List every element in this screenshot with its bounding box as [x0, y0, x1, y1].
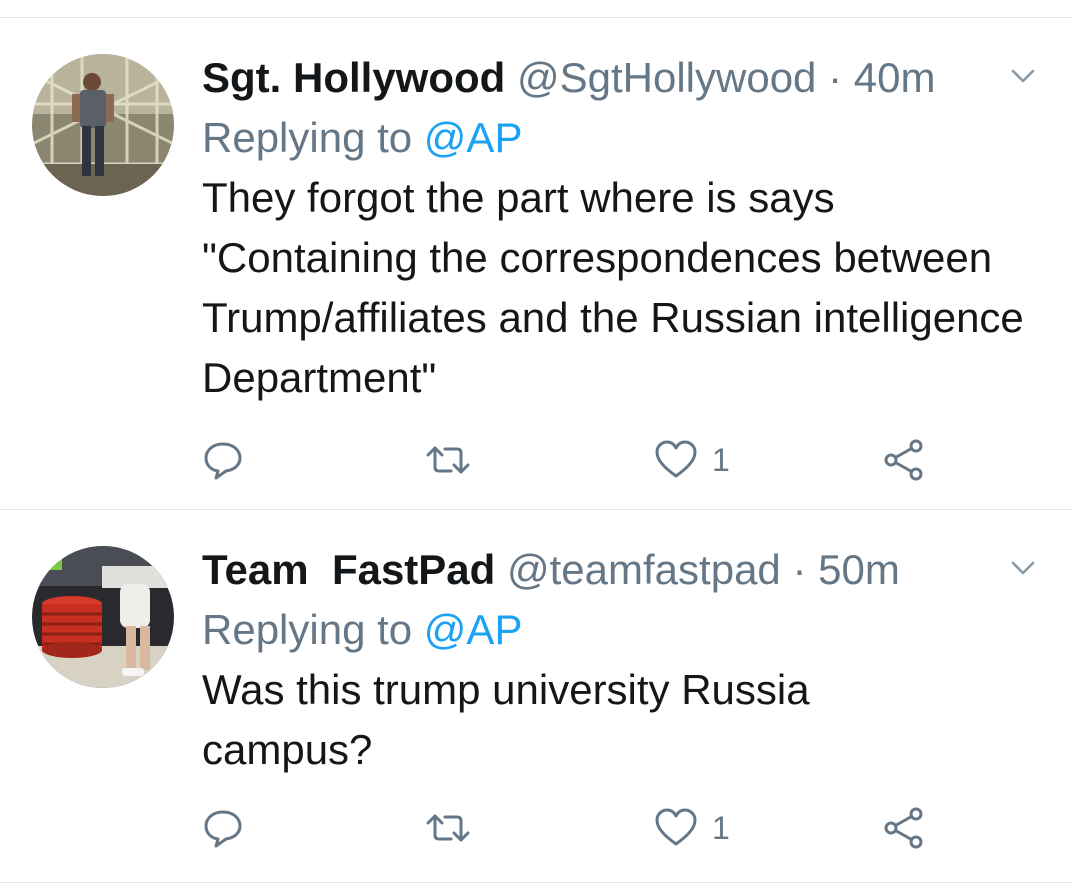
timestamp[interactable]: 50m: [818, 546, 900, 593]
timestamp[interactable]: 40m: [854, 54, 936, 101]
like-count: 1: [712, 441, 730, 478]
share-button[interactable]: [882, 438, 926, 482]
like-count: 1: [712, 809, 730, 846]
avatar[interactable]: [32, 546, 174, 688]
bottom-divider: [0, 882, 1073, 883]
tweet[interactable]: Sgt. Hollywood @SgtHollywood · 40m Reply…: [0, 18, 1073, 509]
speech-bubble-icon: [202, 439, 244, 481]
retweet-button[interactable]: [424, 438, 486, 482]
heart-icon: [654, 807, 698, 849]
replying-to-label: Replying to: [202, 606, 413, 653]
replying-to: Replying to @AP: [202, 602, 1039, 658]
share-nodes-icon: [882, 438, 926, 482]
tweet[interactable]: Team FastPad @teamfastpad · 50m Replying…: [0, 510, 1073, 882]
share-button[interactable]: [882, 806, 926, 850]
chevron-down-icon[interactable]: [1007, 552, 1039, 584]
replying-to-label: Replying to: [202, 114, 413, 161]
mention-link[interactable]: @AP: [424, 606, 523, 653]
tweet-content: Sgt. Hollywood @SgtHollywood · 40m Reply…: [202, 52, 1039, 408]
user-handle[interactable]: @SgtHollywood: [517, 54, 816, 101]
reply-button[interactable]: [202, 806, 258, 850]
separator-dot: ·: [828, 54, 843, 101]
user-handle[interactable]: @teamfastpad: [507, 546, 781, 593]
tweet-text: They forgot the part where is says "Cont…: [202, 174, 1024, 401]
share-nodes-icon: [882, 806, 926, 850]
retweet-arrows-icon: [424, 439, 472, 481]
reply-button[interactable]: [202, 438, 258, 482]
heart-icon: [654, 439, 698, 481]
chevron-down-icon[interactable]: [1007, 60, 1039, 92]
replying-to: Replying to @AP: [202, 110, 1039, 166]
tweet-header: Sgt. Hollywood @SgtHollywood · 40m: [202, 52, 1039, 104]
avatar[interactable]: [32, 54, 174, 196]
speech-bubble-icon: [202, 807, 244, 849]
tweet-text: Was this trump university Russia campus?: [202, 666, 810, 773]
like-button[interactable]: 1: [654, 438, 730, 482]
retweet-button[interactable]: [424, 806, 486, 850]
display-name[interactable]: Team FastPad: [202, 546, 495, 593]
tweet-header: Team FastPad @teamfastpad · 50m: [202, 544, 1039, 596]
like-button[interactable]: 1: [654, 806, 730, 850]
tweet-actions: 1: [202, 806, 962, 850]
display-name[interactable]: Sgt. Hollywood: [202, 54, 505, 101]
tweet-content: Team FastPad @teamfastpad · 50m Replying…: [202, 544, 1039, 780]
tweet-actions: 1: [202, 438, 962, 482]
retweet-arrows-icon: [424, 807, 472, 849]
mention-link[interactable]: @AP: [424, 114, 523, 161]
separator-dot: ·: [792, 546, 807, 593]
